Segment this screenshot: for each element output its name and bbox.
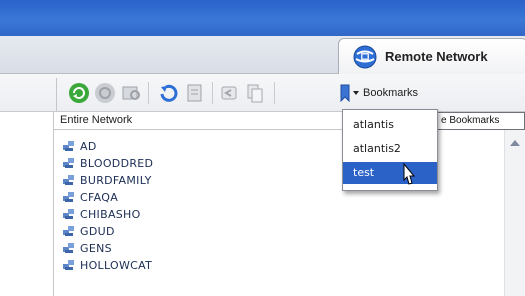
list-item[interactable]: CFAQA — [62, 189, 118, 205]
workgroup-icon — [63, 260, 74, 270]
browse-icon[interactable] — [120, 82, 142, 104]
list-item[interactable]: BURDFAMILY — [62, 172, 152, 188]
app-window: Remote Network Bookmarks Entire Network … — [0, 0, 525, 296]
toolbar-divider — [274, 82, 275, 104]
workgroup-icon — [63, 158, 74, 168]
workgroup-icon — [63, 243, 74, 253]
list-item[interactable]: CHIBASHO — [62, 206, 141, 222]
list-item[interactable]: BLOODDRED — [62, 155, 153, 171]
list-item[interactable]: AD — [62, 138, 97, 154]
bookmark-item-atlantis[interactable]: atlantis — [343, 114, 437, 136]
tab-remote-network[interactable]: Remote Network — [338, 38, 525, 74]
connect-icon[interactable] — [158, 82, 180, 104]
workgroup-icon — [63, 209, 74, 219]
column-header-label: Entire Network — [60, 114, 133, 126]
network-globe-icon — [353, 45, 377, 68]
workgroup-icon — [63, 141, 74, 151]
list-item[interactable]: HOLLOWCAT — [62, 257, 152, 273]
list-item-label: AD — [80, 139, 97, 153]
list-item-label: CFAQA — [80, 190, 119, 204]
workgroup-icon — [63, 192, 74, 202]
list-item-label: GENS — [80, 241, 112, 255]
bookmark-item-atlantis2[interactable]: atlantis2 — [343, 138, 437, 160]
scroll-up-arrow-icon[interactable] — [510, 140, 520, 146]
toolbar-divider — [212, 82, 213, 104]
copy-icon[interactable] — [244, 82, 266, 104]
properties-icon[interactable] — [184, 82, 206, 104]
bookmark-icon — [340, 84, 350, 102]
mouse-cursor-icon — [403, 162, 416, 185]
stop-icon[interactable] — [94, 82, 116, 104]
list-item-label: BURDFAMILY — [80, 173, 152, 187]
workgroup-icon — [63, 175, 74, 185]
toolbar-divider — [148, 82, 149, 104]
toolbar-separator — [56, 78, 57, 112]
bookmark-item-test[interactable]: test — [343, 162, 437, 184]
list-item-label: CHIBASHO — [80, 207, 141, 221]
chevron-down-icon — [353, 91, 359, 95]
list-item-label: BLOODDRED — [80, 156, 154, 170]
bookmarks-column-header[interactable]: e Bookmarks — [437, 112, 525, 130]
left-rail — [0, 112, 54, 296]
list-item[interactable]: GENS — [62, 240, 112, 256]
refresh-icon[interactable] — [68, 82, 90, 104]
workgroup-icon — [63, 226, 74, 236]
list-item-label: HOLLOWCAT — [80, 258, 153, 272]
list-item[interactable]: GDUD — [62, 223, 115, 239]
back-icon[interactable] — [218, 82, 240, 104]
bookmarks-label: Bookmarks — [363, 87, 419, 99]
list-item-label: GDUD — [80, 224, 115, 238]
vertical-scrollbar[interactable] — [504, 130, 525, 296]
title-bar — [0, 0, 525, 36]
bookmarks-button[interactable]: Bookmarks — [340, 81, 444, 105]
tab-label: Remote Network — [385, 49, 488, 64]
